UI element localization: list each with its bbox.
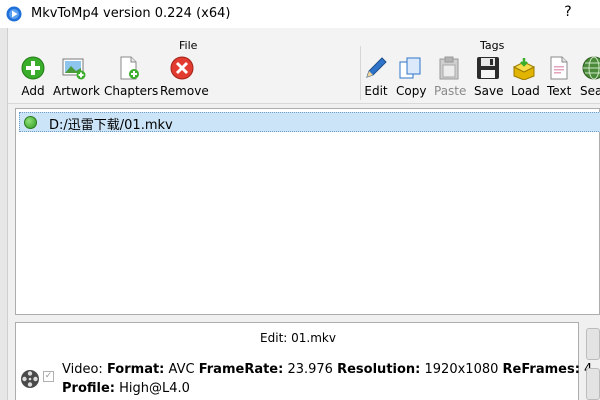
- group-separator: [360, 46, 361, 100]
- pencil-icon: [366, 57, 387, 78]
- film-reel-icon: [21, 370, 39, 388]
- floppy-disk-icon: [477, 57, 499, 79]
- save-button[interactable]: Save: [474, 56, 503, 102]
- track-info-line-1: Video: Format: AVC FrameRate: 23.976 Res…: [62, 362, 592, 377]
- app-icon: [6, 6, 22, 22]
- file-list-item[interactable]: D:/迅雷下载/01.mkv: [19, 112, 600, 133]
- left-edge-panel: [0, 28, 8, 400]
- help-button[interactable]: ?: [561, 4, 575, 24]
- file-group-label: File: [179, 39, 198, 52]
- toolbar: File Tags Add Artwork Chapters Remove Ed…: [0, 28, 600, 104]
- status-ok-icon: [24, 116, 37, 129]
- edit-button[interactable]: Edit: [364, 56, 388, 102]
- add-icon: [21, 56, 45, 80]
- paste-button[interactable]: Paste: [434, 56, 466, 102]
- add-button[interactable]: Add: [18, 56, 48, 102]
- copy-button[interactable]: Copy: [396, 56, 426, 102]
- artwork-button[interactable]: Artwork: [53, 56, 100, 102]
- load-button[interactable]: Load: [511, 56, 540, 102]
- chapters-icon: [120, 56, 139, 80]
- file-path: D:/迅雷下载/01.mkv: [49, 118, 173, 133]
- tags-group-label: Tags: [480, 39, 505, 52]
- text-file-icon: [550, 56, 568, 80]
- track-info-line-2: Profile: High@L4.0: [62, 381, 190, 396]
- file-list[interactable]: D:/迅雷下载/01.mkv: [15, 108, 600, 315]
- text-button[interactable]: Text: [547, 56, 571, 102]
- remove-icon: [170, 56, 194, 80]
- load-icon: [512, 58, 536, 80]
- track-checkbox[interactable]: ✓: [43, 371, 54, 382]
- copy-icon: [399, 57, 421, 79]
- artwork-icon: [62, 58, 86, 80]
- search-button[interactable]: Sea: [580, 56, 600, 102]
- remove-button[interactable]: Remove: [160, 56, 209, 102]
- edit-title: Edit: 01.mkv: [260, 331, 336, 345]
- title-bar: MkvToMp4 version 0.224 (x64) ?: [0, 0, 600, 28]
- chapters-button[interactable]: Chapters: [104, 56, 158, 102]
- window-title: MkvToMp4 version 0.224 (x64): [31, 6, 231, 21]
- globe-icon: [582, 56, 600, 80]
- paste-icon: [439, 56, 459, 80]
- move-up-button[interactable]: [586, 328, 600, 360]
- edit-panel: Edit: 01.mkv ✓ Video: Format: AVC FrameR…: [15, 322, 592, 400]
- move-down-button[interactable]: [586, 368, 600, 400]
